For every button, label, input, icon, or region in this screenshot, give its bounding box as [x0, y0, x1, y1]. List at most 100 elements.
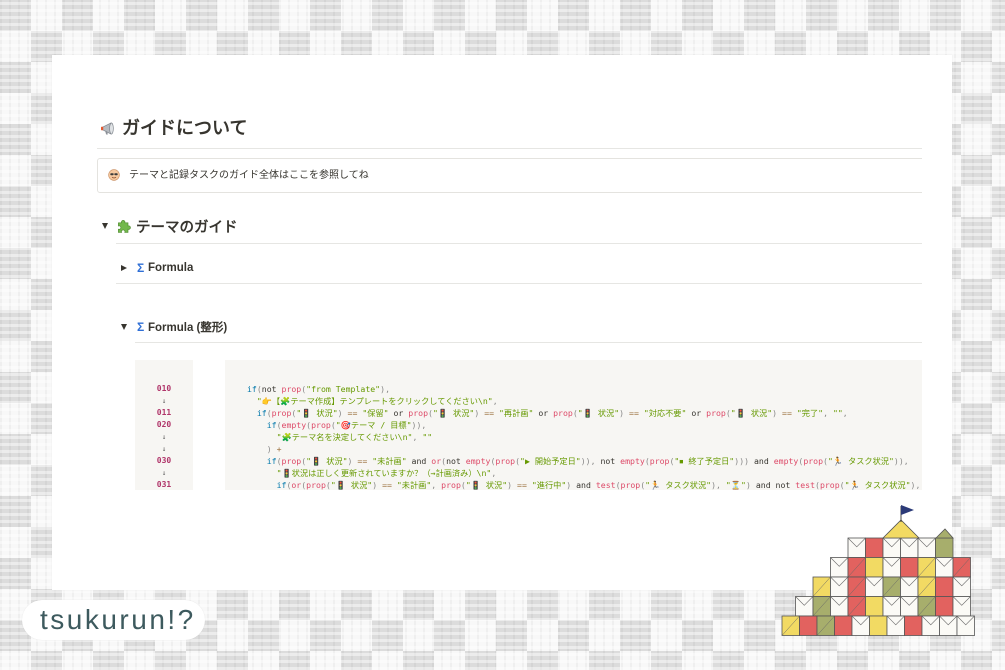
line-number: ↓ [161, 469, 167, 477]
line-number: ↓ [161, 433, 167, 441]
code-token: ) [745, 480, 751, 490]
toggle-arrow-icon[interactable] [101, 222, 109, 230]
code-line: "🚦状況は正しく更新されていますか？（→計画済み）\n", [247, 467, 922, 479]
toggle-arrow-icon[interactable] [120, 264, 128, 272]
code-token: "対応不要" [643, 408, 687, 418]
castle-illustration [781, 505, 975, 636]
formula-toggle-title: Formula [148, 262, 194, 274]
code-token: "再計画" [498, 408, 534, 418]
formula-code-block[interactable]: if(not prop("from Template"), "👉【🧩テーマ作成】… [225, 360, 922, 490]
code-token: "👉【🧩テーマ作成】テンプレートをクリックしてください\n" [256, 396, 493, 406]
code-token: prop [495, 456, 516, 466]
line-number: 030 [156, 456, 172, 465]
code-token: test [795, 480, 815, 490]
code-token: , [915, 480, 921, 490]
castle-block [799, 615, 818, 636]
code-token: ) [347, 456, 353, 466]
smiling-face-with-sunglasses-icon [108, 169, 120, 181]
code-token: "🚦 状況" [730, 408, 773, 418]
code-token: "⏹ 終了予定日" [674, 456, 735, 466]
toggle-theme-guide[interactable]: テーマのガイド [101, 217, 238, 236]
code-token: , [903, 456, 909, 466]
castle-block [865, 596, 884, 617]
guide-heading-title: ガイドについて [122, 118, 248, 138]
code-token: ) [619, 408, 625, 418]
toggle-formula[interactable]: Σ Formula [120, 259, 193, 277]
code-token: "未計画" [396, 480, 432, 490]
code-token: == [484, 408, 495, 418]
castle-roof [882, 519, 920, 539]
code-token: == [782, 408, 792, 418]
code-token: or [431, 456, 442, 466]
code-token: == [517, 480, 527, 490]
code-line: if(empty(prop("🎯テーマ / 目標")), [247, 419, 922, 431]
code-token: , [842, 408, 848, 418]
code-token: "完了" [796, 408, 824, 418]
code-token: or [291, 480, 302, 490]
code-token: , [412, 432, 418, 442]
code-line: if(prop("🚦 状況") == "保留" or prop("🚦 状況") … [256, 408, 848, 418]
code-token: , [492, 396, 498, 406]
code-token: ( [441, 456, 447, 466]
code-token: prop [819, 480, 840, 490]
code-token: empty [773, 456, 799, 466]
code-token: prop [441, 480, 461, 490]
line-number: ↓ [161, 397, 167, 405]
megaphone-icon [101, 121, 114, 135]
castle-block [865, 557, 884, 578]
code-token: , [385, 384, 390, 394]
code-token: if [247, 384, 257, 394]
code-token: prop [620, 480, 641, 490]
code-token: prop [553, 408, 573, 418]
theme-guide-title: テーマのガイド [136, 219, 238, 236]
code-token: "" [422, 432, 433, 442]
code-token: == [347, 408, 358, 418]
code-token: prop [311, 420, 331, 430]
line-number-code-block[interactable]: 010 ↓ 011 020 ↓ ↓ 030 ↓ 031 [135, 360, 193, 490]
code-line: if(not prop("from Template"), [247, 384, 390, 394]
line-number: ↓ [161, 445, 167, 453]
toggle-arrow-icon[interactable] [120, 323, 128, 331]
code-token: "🚦 状況" [465, 480, 508, 490]
code-token: == [357, 456, 368, 466]
castle-block [904, 615, 923, 636]
code-token: prop [306, 480, 326, 490]
code-token: , [421, 420, 427, 430]
code-token: empty [620, 456, 645, 466]
theme-guide-divider [116, 243, 922, 244]
code-token: empty [465, 456, 491, 466]
flag-icon [901, 505, 914, 515]
formula-formatted-toggle-title: Formula (整形) [148, 322, 228, 334]
code-token: ) [372, 480, 378, 490]
code-token: if [266, 456, 277, 466]
castle-block [869, 615, 888, 636]
code-line: if(prop("🚦 状況") == "未計画" and or(not empt… [266, 456, 909, 466]
callout-box[interactable]: テーマと記録タスクのガイド全体はここを参照してね [97, 158, 922, 193]
heading-divider [97, 148, 922, 149]
sigma-icon: Σ [137, 320, 145, 334]
toggle-formula-formatted[interactable]: Σ Formula (整形) [120, 318, 227, 336]
code-token: if [266, 420, 277, 430]
castle-block [900, 557, 919, 578]
code-token: "🏃 タスク状況" [844, 480, 911, 490]
castle-block [834, 615, 853, 636]
code-token: prop [706, 408, 726, 418]
code-token: , [491, 468, 497, 478]
code-line: if(or(prop("🚦 状況") == "未計画", prop("🚦 状況"… [276, 480, 921, 490]
code-token: "保留" [362, 408, 389, 418]
code-token: test [595, 480, 616, 490]
code-token: "🚦 状況" [577, 408, 620, 418]
code-token: prop [281, 384, 302, 394]
line-number: 020 [156, 420, 172, 429]
code-token: ) [744, 456, 750, 466]
code-token: ( [256, 384, 262, 394]
tsukurun-logo: tsukurun!? [22, 600, 205, 640]
code-token: prop [649, 456, 670, 466]
castle-block [865, 537, 884, 558]
code-token: "🚦 状況" [432, 408, 475, 418]
code-token: ) [772, 408, 778, 418]
logo-text: tsukurun!? [40, 604, 196, 635]
puzzle-piece-icon [118, 220, 131, 233]
code-token: "🎯テーマ / 目標" [335, 420, 412, 430]
code-token: "🏃 タスク状況" [645, 480, 712, 490]
